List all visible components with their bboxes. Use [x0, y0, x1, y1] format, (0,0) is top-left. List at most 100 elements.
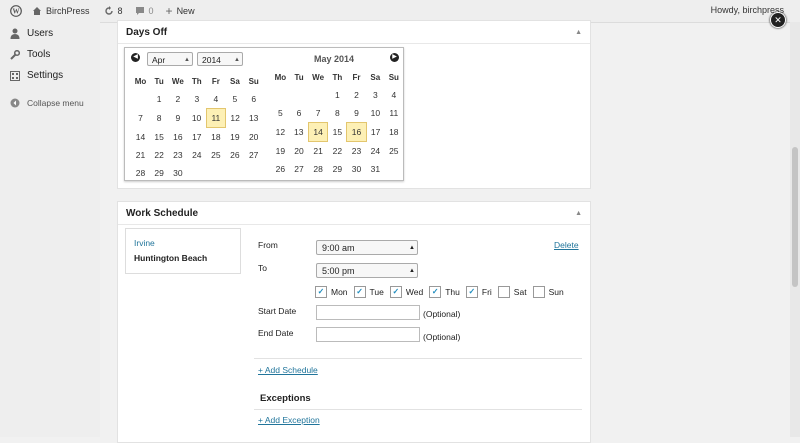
- thu-checkbox[interactable]: ✓: [429, 286, 442, 298]
- calendar-day[interactable]: 13: [290, 123, 309, 142]
- site-name-link[interactable]: BirchPress: [32, 6, 90, 16]
- day-wed[interactable]: ✓ Wed: [389, 286, 423, 298]
- calendar-day[interactable]: 3: [366, 86, 385, 104]
- calendar-day[interactable]: 22: [150, 146, 168, 164]
- calendar-day[interactable]: 17: [187, 128, 206, 147]
- delete-link[interactable]: Delete: [554, 240, 579, 250]
- comments-link[interactable]: 0: [135, 6, 154, 16]
- calendar-day[interactable]: 11: [385, 104, 403, 123]
- calendar-day[interactable]: 21: [131, 146, 150, 164]
- year-select[interactable]: 2014 ▲: [197, 52, 243, 66]
- calendar-day[interactable]: 6: [290, 104, 309, 123]
- close-icon[interactable]: ✕: [770, 12, 786, 28]
- calendar-day[interactable]: 30: [168, 164, 187, 182]
- calendar-day[interactable]: 22: [328, 142, 347, 161]
- calendar-day[interactable]: 18: [385, 123, 403, 142]
- calendar-day[interactable]: 10: [366, 104, 385, 123]
- sidebar-item-users[interactable]: Users: [0, 23, 100, 44]
- fri-checkbox[interactable]: ✓: [465, 286, 478, 298]
- calendar-day[interactable]: 29: [328, 160, 347, 178]
- day-sat[interactable]: Sat: [497, 286, 527, 298]
- calendar-day[interactable]: 19: [271, 142, 290, 161]
- calendar-day[interactable]: 28: [308, 160, 328, 178]
- calendar-day[interactable]: 30: [347, 160, 366, 178]
- calendar-day[interactable]: 25: [206, 146, 225, 164]
- calendar-day[interactable]: 9: [347, 104, 366, 123]
- tue-checkbox[interactable]: ✓: [353, 286, 366, 298]
- calendar-day[interactable]: 8: [150, 109, 168, 128]
- new-content-link[interactable]: + New: [166, 5, 195, 17]
- calendar-day[interactable]: 10: [187, 109, 206, 128]
- calendar-day[interactable]: 12: [225, 109, 244, 128]
- calendar-day[interactable]: 29: [150, 164, 168, 182]
- sidebar-item-tools[interactable]: Tools: [0, 44, 100, 65]
- calendar-day[interactable]: 16: [346, 122, 367, 142]
- calendar-day[interactable]: 14: [131, 128, 150, 147]
- mon-checkbox[interactable]: ✓: [315, 286, 327, 298]
- day-thu[interactable]: ✓ Thu: [429, 286, 460, 298]
- calendar-day[interactable]: 4: [385, 86, 403, 104]
- calendar-day[interactable]: 4: [206, 90, 225, 109]
- month-select[interactable]: Apr ▲: [147, 52, 193, 66]
- start-date-input[interactable]: [316, 305, 420, 320]
- sat-checkbox[interactable]: [497, 286, 510, 298]
- calendar-day[interactable]: 11: [205, 108, 226, 128]
- calendar-day[interactable]: 3: [187, 90, 206, 109]
- calendar-day[interactable]: 15: [150, 128, 168, 147]
- end-date-input[interactable]: [316, 327, 420, 342]
- calendar-day[interactable]: 23: [168, 146, 187, 164]
- calendar-day[interactable]: 20: [244, 128, 263, 147]
- day-fri[interactable]: ✓ Fri: [465, 286, 492, 298]
- calendar-day[interactable]: 26: [225, 146, 244, 164]
- add-exception-link[interactable]: + Add Exception: [258, 415, 320, 425]
- calendar-day[interactable]: 1: [328, 86, 347, 104]
- to-time-select[interactable]: 5:00 pm ▲: [316, 263, 418, 278]
- calendar-day[interactable]: 7: [131, 109, 150, 128]
- calendar-day[interactable]: 27: [244, 146, 263, 164]
- calendar-day[interactable]: 14: [307, 122, 329, 142]
- calendar-day[interactable]: 9: [168, 109, 187, 128]
- prev-month-icon[interactable]: ◀: [131, 53, 140, 62]
- calendar-day[interactable]: 2: [347, 86, 366, 104]
- collapse-caret-icon[interactable]: ▲: [575, 29, 582, 36]
- collapse-caret-icon[interactable]: ▲: [575, 210, 582, 217]
- calendar-day[interactable]: 1: [150, 90, 168, 109]
- calendar-day[interactable]: 23: [347, 142, 366, 161]
- from-time-select[interactable]: 9:00 am ▲: [316, 240, 418, 255]
- calendar-day[interactable]: 25: [385, 142, 403, 161]
- calendar-day[interactable]: 17: [366, 123, 385, 142]
- calendar-day[interactable]: 6: [244, 90, 263, 109]
- calendar-day[interactable]: 5: [271, 104, 290, 123]
- updates-link[interactable]: 8: [104, 6, 123, 16]
- calendar-day[interactable]: 24: [366, 142, 385, 161]
- calendar-day[interactable]: 12: [271, 123, 290, 142]
- day-sun[interactable]: Sun: [532, 286, 564, 298]
- calendar-day[interactable]: 28: [131, 164, 150, 182]
- wed-checkbox[interactable]: ✓: [389, 286, 402, 298]
- calendar-day[interactable]: 8: [328, 104, 347, 123]
- calendar-day[interactable]: 27: [290, 160, 309, 178]
- day-tue[interactable]: ✓ Tue: [353, 286, 384, 298]
- calendar-day[interactable]: 13: [244, 109, 263, 128]
- calendar-day[interactable]: 16: [168, 128, 187, 147]
- calendar-day[interactable]: 26: [271, 160, 290, 178]
- location-item-irvine[interactable]: Irvine: [126, 236, 240, 251]
- scrollbar-thumb[interactable]: [792, 147, 798, 287]
- collapse-menu-button[interactable]: Collapse menu: [0, 92, 100, 113]
- calendar-day[interactable]: 2: [168, 90, 187, 109]
- days-off-header[interactable]: Days Off ▲: [118, 21, 590, 44]
- next-month-icon[interactable]: ▶: [390, 53, 399, 62]
- calendar-day[interactable]: 21: [308, 142, 328, 161]
- calendar-day[interactable]: 20: [290, 142, 309, 161]
- wordpress-logo[interactable]: W: [10, 5, 22, 17]
- sidebar-item-settings[interactable]: Settings: [0, 65, 100, 86]
- scrollbar[interactable]: [790, 22, 800, 437]
- calendar-day[interactable]: 18: [206, 128, 225, 147]
- sun-checkbox[interactable]: [532, 286, 545, 298]
- work-schedule-header[interactable]: Work Schedule ▲: [118, 202, 590, 225]
- calendar-day[interactable]: 7: [308, 104, 328, 123]
- calendar-day[interactable]: 31: [366, 160, 385, 178]
- day-mon[interactable]: ✓ Mon: [315, 286, 348, 298]
- calendar-day[interactable]: 5: [225, 90, 244, 109]
- calendar-day[interactable]: 19: [225, 128, 244, 147]
